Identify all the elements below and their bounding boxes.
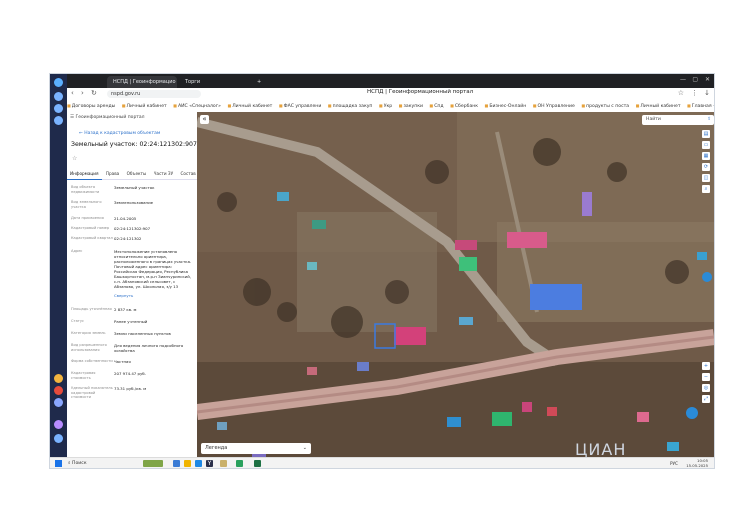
field-value: Землепользование: [114, 200, 153, 205]
field-label: Удельный показатель кадастровой стоимост…: [71, 386, 113, 399]
excel-icon[interactable]: [236, 460, 243, 467]
field-label: Вид разрешенного использования: [71, 343, 107, 352]
expand-panel-button[interactable]: «: [200, 115, 209, 124]
satellite-map[interactable]: « Найти ⇪ ▤ ▭ ▦ ⟳ ◫ ⌕ + − ◎ ⤢ Легенда ⌄: [197, 112, 714, 457]
tab-parts[interactable]: Части ЗУ: [151, 168, 176, 179]
map-search-box[interactable]: Найти ⇪: [642, 115, 714, 125]
tab-torgi[interactable]: Торги: [179, 76, 249, 88]
forward-arrow-icon[interactable]: ›: [81, 89, 84, 97]
field-value: Ранее учтенный: [114, 319, 148, 324]
field-value: Земельный участок: [114, 185, 155, 190]
layers-icon[interactable]: ▤: [702, 130, 710, 138]
url-field[interactable]: nspd.gov.ru: [107, 90, 201, 98]
field-value: 21.04.2005: [114, 216, 137, 221]
cadastral-number[interactable]: 02:24:121302:907: [114, 226, 194, 231]
page-title: НСПД | Геоинформационный портал: [367, 89, 474, 95]
collapse-link[interactable]: Свернуть: [114, 293, 194, 298]
windows-start-icon[interactable]: [55, 460, 62, 467]
object-info-panel: ☰ Геоинформационный портал ← Назад к кад…: [67, 112, 198, 457]
panel-tabs: Информация Права Объекты Части ЗУ Состав: [67, 168, 197, 180]
desktop-screen: НСПД | Геоинформацио Торги + — ▢ ✕ ‹ › ↻…: [50, 74, 714, 468]
field-label: Вид объекта недвижимости: [71, 185, 100, 194]
field-label: Статус: [71, 319, 85, 323]
new-tab-button[interactable]: +: [251, 76, 263, 88]
legend-dropdown[interactable]: Легенда ⌄: [201, 443, 311, 454]
file-explorer-icon[interactable]: [184, 460, 191, 467]
assistant-fab[interactable]: [702, 272, 712, 282]
field-value: 73.31 руб./кв. м: [114, 386, 147, 391]
object-title: Земельный участок: 02:24:121302:907: [71, 141, 197, 148]
system-clock[interactable]: 10:05 15.05.2025: [686, 458, 708, 468]
spreadsheet-icon[interactable]: [254, 460, 261, 467]
field-label: Кадастровый квартал: [71, 236, 113, 240]
weather-widget-icon[interactable]: [143, 460, 163, 467]
print-icon[interactable]: ▦: [702, 152, 710, 160]
field-label: Кадастровый номер: [71, 226, 110, 230]
field-label: Адрес: [71, 249, 83, 253]
task-view-icon[interactable]: [173, 460, 180, 467]
watermark: ЦИАН: [575, 440, 627, 459]
tab-composition[interactable]: Состав: [177, 168, 197, 179]
locate-icon[interactable]: ◎: [702, 384, 710, 392]
bookmark-map-icon[interactable]: ◫: [702, 174, 710, 182]
music-icon[interactable]: [54, 386, 63, 395]
back-arrow-icon[interactable]: ‹: [71, 89, 74, 97]
back-to-objects-link[interactable]: ← Назад к кадастровым объектам: [79, 131, 160, 136]
favorite-icon[interactable]: ☆: [72, 155, 77, 162]
browser-logo-icon[interactable]: [54, 78, 63, 87]
tab-rights[interactable]: Права: [103, 168, 122, 179]
cadastral-quarter[interactable]: 02:24:121302: [114, 236, 194, 241]
fullscreen-icon[interactable]: ⤢: [702, 395, 710, 403]
maximize-icon[interactable]: ▢: [692, 76, 698, 83]
bookmarks-icon[interactable]: [54, 104, 63, 113]
zoom-in-icon[interactable]: +: [702, 362, 710, 370]
chevron-down-icon: ⌄: [302, 445, 307, 451]
field-label: Категория земель: [71, 331, 106, 335]
folder-icon[interactable]: [220, 460, 227, 467]
chat-icon[interactable]: [686, 407, 698, 419]
field-value: 207 974.47 руб.: [114, 371, 146, 376]
minimize-icon[interactable]: —: [680, 76, 686, 83]
extensions-icon[interactable]: ⋮: [691, 89, 698, 97]
taskbar-search[interactable]: ⌕ Поиск: [68, 460, 94, 467]
download-icon[interactable]: ↓: [704, 89, 710, 97]
star-icon[interactable]: ☆: [678, 89, 684, 97]
field-label: Дата присвоения: [71, 216, 104, 220]
store-icon[interactable]: [195, 460, 202, 467]
satellite-imagery: [197, 112, 714, 457]
zoom-toolbar: + − ◎ ⤢: [700, 362, 712, 406]
tab-bar: НСПД | Геоинформацио Торги + — ▢ ✕: [67, 74, 714, 88]
tab-info[interactable]: Информация: [67, 168, 102, 180]
search-map-icon[interactable]: ⌕: [702, 185, 710, 193]
assistant-icon[interactable]: [54, 420, 63, 429]
language-indicator[interactable]: РУС: [670, 458, 678, 468]
share-icon[interactable]: ⟳: [702, 163, 710, 171]
mail-icon[interactable]: [54, 374, 63, 383]
share-icon[interactable]: ⇪: [707, 115, 711, 125]
field-label: Форма собственности: [71, 359, 113, 363]
tab-objects[interactable]: Объекты: [124, 168, 150, 179]
downloads-icon[interactable]: [54, 116, 63, 125]
field-label: Кадастровая стоимость: [71, 371, 96, 380]
field-value: 2 837 кв. м: [114, 307, 137, 312]
zoom-out-icon[interactable]: −: [702, 373, 710, 381]
measure-icon[interactable]: ▭: [702, 141, 710, 149]
alice-icon[interactable]: [54, 398, 63, 407]
settings-icon[interactable]: [54, 434, 63, 443]
address-value: Местоположение установлено относительно …: [114, 249, 192, 289]
field-value: Для ведения личного подсобного хозяйства: [114, 343, 184, 353]
field-value: Частная: [114, 359, 131, 364]
panel-header: ☰ Геоинформационный портал: [70, 115, 145, 120]
close-icon[interactable]: ✕: [705, 76, 710, 83]
reload-icon[interactable]: ↻: [91, 89, 97, 97]
field-label: Площадь уточнённая: [71, 307, 112, 311]
map-toolbar: ▤ ▭ ▦ ⟳ ◫ ⌕: [700, 130, 712, 196]
field-value: Земли населенных пунктов: [114, 331, 171, 336]
history-icon[interactable]: [54, 92, 63, 101]
field-label: Вид земельного участка: [71, 200, 102, 209]
browser-side-rail: [50, 74, 67, 468]
yandex-browser-icon[interactable]: Y: [206, 460, 213, 467]
tab-nspd[interactable]: НСПД | Геоинформацио: [107, 76, 177, 88]
